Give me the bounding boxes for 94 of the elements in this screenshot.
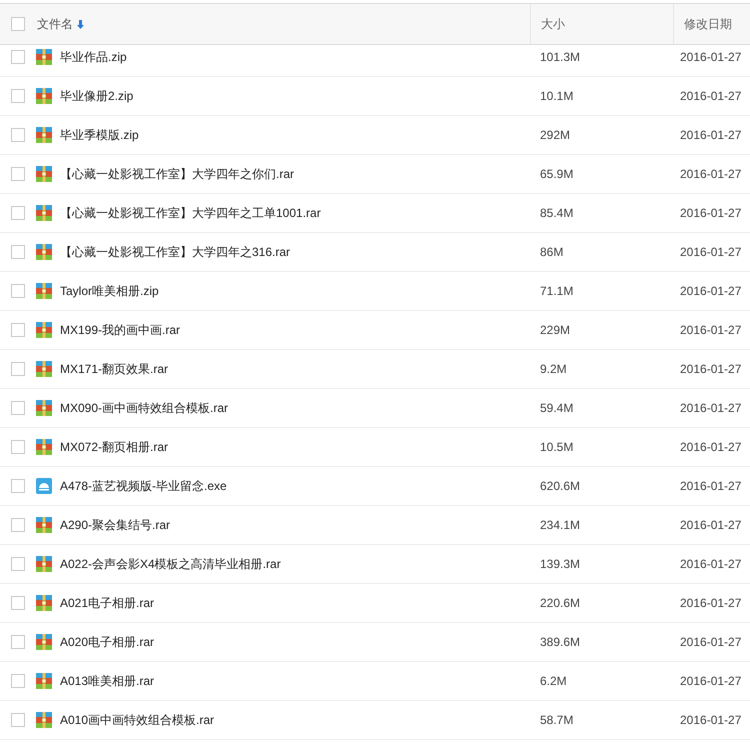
file-name[interactable]: A022-会声会影X4模板之高清毕业相册.rar	[60, 555, 281, 573]
checkbox[interactable]	[11, 401, 25, 415]
modified-date: 2016-01-27	[680, 479, 742, 493]
checkbox[interactable]	[11, 635, 25, 649]
file-size: 220.6M	[540, 596, 580, 610]
file-name[interactable]: MX072-翻页相册.rar	[60, 438, 168, 456]
file-name[interactable]: 【心藏一处影视工作室】大学四年之316.rar	[60, 243, 290, 261]
file-name[interactable]: A010画中画特效组合模板.rar	[60, 711, 214, 729]
file-name[interactable]: 毕业季模版.zip	[60, 126, 139, 144]
app-icon	[36, 478, 52, 494]
modified-date: 2016-01-27	[680, 518, 742, 532]
file-name[interactable]: 【心藏一处影视工作室】大学四年之你们.rar	[60, 165, 294, 183]
checkbox[interactable]	[11, 128, 25, 142]
modified-date: 2016-01-27	[680, 674, 742, 688]
archive-icon	[36, 88, 52, 104]
checkbox[interactable]	[11, 713, 25, 727]
checkbox[interactable]	[11, 323, 25, 337]
checkbox[interactable]	[11, 167, 25, 181]
file-name[interactable]: A021电子相册.rar	[60, 594, 154, 612]
modified-date: 2016-01-27	[680, 401, 742, 415]
modified-date: 2016-01-27	[680, 440, 742, 454]
file-size: 65.9M	[540, 167, 574, 181]
column-header[interactable]: 大小	[541, 15, 565, 33]
checkbox[interactable]	[11, 284, 25, 298]
file-size: 71.1M	[540, 284, 574, 298]
file-size: 10.1M	[540, 89, 574, 103]
column-header[interactable]: 修改日期	[684, 15, 732, 33]
file-name[interactable]: 毕业作品.zip	[60, 48, 127, 66]
file-name[interactable]: A478-蓝艺视频版-毕业留念.exe	[60, 477, 227, 495]
archive-icon	[36, 205, 52, 221]
column-header[interactable]: 文件名	[37, 15, 73, 33]
archive-icon	[36, 517, 52, 533]
file-size: 86M	[540, 245, 564, 259]
file-size: 9.2M	[540, 362, 567, 376]
checkbox[interactable]	[11, 557, 25, 571]
checkbox[interactable]	[11, 518, 25, 532]
archive-icon	[36, 712, 52, 728]
modified-date: 2016-01-27	[680, 284, 742, 298]
archive-icon	[36, 166, 52, 182]
archive-icon	[36, 322, 52, 338]
modified-date: 2016-01-27	[680, 362, 742, 376]
file-name[interactable]: 【心藏一处影视工作室】大学四年之工单1001.rar	[60, 204, 321, 222]
file-size: 389.6M	[540, 635, 580, 649]
checkbox[interactable]	[11, 17, 25, 31]
file-name[interactable]: A290-聚会集结号.rar	[60, 516, 170, 534]
file-size: 10.5M	[540, 440, 574, 454]
archive-icon	[36, 361, 52, 377]
archive-icon	[36, 127, 52, 143]
modified-date: 2016-01-27	[680, 245, 742, 259]
checkbox[interactable]	[11, 479, 25, 493]
checkbox[interactable]	[11, 89, 25, 103]
modified-date: 2016-01-27	[680, 713, 742, 727]
modified-date: 2016-01-27	[680, 206, 742, 220]
file-size: 101.3M	[540, 50, 580, 64]
modified-date: 2016-01-27	[680, 50, 742, 64]
file-size: 58.7M	[540, 713, 574, 727]
file-name[interactable]: MX171-翻页效果.rar	[60, 360, 168, 378]
archive-icon	[36, 49, 52, 65]
file-size: 229M	[540, 323, 570, 337]
file-size: 292M	[540, 128, 570, 142]
file-name[interactable]: MX199-我的画中画.rar	[60, 321, 180, 339]
checkbox[interactable]	[11, 596, 25, 610]
modified-date: 2016-01-27	[680, 128, 742, 142]
checkbox[interactable]	[11, 206, 25, 220]
file-size: 6.2M	[540, 674, 567, 688]
file-name[interactable]: A020电子相册.rar	[60, 633, 154, 651]
file-size: 139.3M	[540, 557, 580, 571]
archive-icon	[36, 400, 52, 416]
file-name[interactable]: MX090-画中画特效组合模板.rar	[60, 399, 228, 417]
checkbox[interactable]	[11, 440, 25, 454]
archive-icon	[36, 595, 52, 611]
checkbox[interactable]	[11, 674, 25, 688]
modified-date: 2016-01-27	[680, 557, 742, 571]
checkbox[interactable]	[11, 245, 25, 259]
archive-icon	[36, 283, 52, 299]
file-name[interactable]: Taylor唯美相册.zip	[60, 282, 159, 300]
modified-date: 2016-01-27	[680, 167, 742, 181]
file-name[interactable]: A013唯美相册.rar	[60, 672, 154, 690]
file-size: 620.6M	[540, 479, 580, 493]
modified-date: 2016-01-27	[680, 89, 742, 103]
file-size: 234.1M	[540, 518, 580, 532]
archive-icon	[36, 556, 52, 572]
file-size: 59.4M	[540, 401, 574, 415]
modified-date: 2016-01-27	[680, 596, 742, 610]
archive-icon	[36, 439, 52, 455]
archive-icon	[36, 634, 52, 650]
file-size: 85.4M	[540, 206, 574, 220]
modified-date: 2016-01-27	[680, 323, 742, 337]
checkbox[interactable]	[11, 362, 25, 376]
archive-icon	[36, 244, 52, 260]
archive-icon	[36, 673, 52, 689]
file-name[interactable]: 毕业像册2.zip	[60, 87, 134, 105]
checkbox[interactable]	[11, 50, 25, 64]
modified-date: 2016-01-27	[680, 635, 742, 649]
